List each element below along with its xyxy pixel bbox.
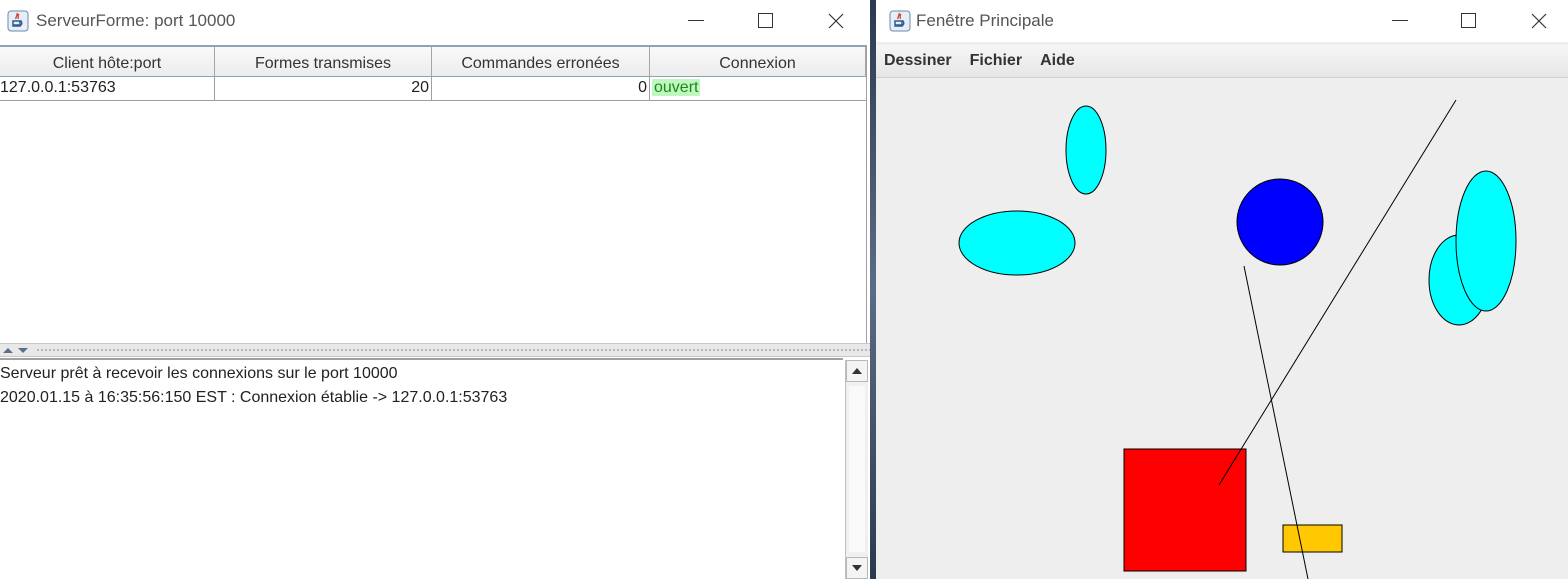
- menu-dessiner[interactable]: Dessiner: [884, 52, 952, 70]
- server-window: ServeurForme: port 10000 Client hôte:por…: [0, 0, 870, 579]
- log-line: 2020.01.15 à 16:35:56:150 EST : Connexio…: [0, 389, 508, 406]
- cell-errors: 0: [432, 77, 650, 100]
- table-header: Client hôte:port Formes transmises Comma…: [0, 47, 866, 77]
- column-header-connection[interactable]: Connexion: [650, 47, 866, 76]
- shapes-svg: [958, 99, 1517, 579]
- rectangle-shape: [1123, 448, 1247, 572]
- menu-fichier[interactable]: Fichier: [970, 52, 1022, 70]
- log-text-area[interactable]: Serveur prêt à recevoir les connexions s…: [0, 358, 843, 579]
- scroll-up-arrow-icon: [852, 368, 862, 374]
- scroll-down-arrow-icon: [852, 565, 862, 571]
- close-icon: [828, 13, 844, 29]
- server-window-title: ServeurForme: port 10000: [36, 11, 236, 30]
- table-row[interactable]: 127.0.0.1:53763 20 0 ouvert: [0, 77, 866, 101]
- clients-table[interactable]: Client hôte:port Formes transmises Comma…: [0, 45, 867, 343]
- java-app-icon: [889, 10, 911, 32]
- server-titlebar: ServeurForme: port 10000: [0, 0, 870, 42]
- ellipse-shape: [958, 210, 1076, 276]
- main-window: Fenêtre Principale Dessiner Fichier Aide: [876, 0, 1568, 579]
- menu-aide[interactable]: Aide: [1040, 52, 1075, 70]
- ellipse-shape: [1065, 105, 1107, 195]
- java-app-icon: [7, 10, 29, 32]
- minimize-button[interactable]: [1380, 6, 1420, 36]
- cell-shapes: 20: [215, 77, 432, 100]
- column-header-errors[interactable]: Commandes erronées: [432, 47, 650, 76]
- maximize-button[interactable]: [746, 6, 786, 36]
- circle-shape: [1236, 178, 1324, 266]
- scroll-down-button[interactable]: [846, 557, 868, 579]
- close-button[interactable]: [1519, 6, 1559, 36]
- splitter-grip: [36, 348, 870, 352]
- column-header-client[interactable]: Client hôte:port: [0, 47, 215, 76]
- close-icon: [1531, 13, 1547, 29]
- cell-client: 127.0.0.1:53763: [0, 77, 215, 100]
- line-shape: [1243, 265, 1309, 579]
- maximize-button[interactable]: [1449, 6, 1489, 36]
- ellipse-shape: [1455, 170, 1517, 312]
- minimize-icon: [688, 20, 704, 21]
- log-line: Serveur prêt à recevoir les connexions s…: [0, 365, 398, 382]
- drawing-canvas[interactable]: [876, 78, 1568, 579]
- cell-connection: ouvert: [650, 77, 866, 100]
- split-pane-divider[interactable]: [0, 343, 870, 357]
- split-arrows: [3, 348, 28, 353]
- main-titlebar: Fenêtre Principale: [876, 0, 1568, 42]
- maximize-icon: [758, 13, 773, 28]
- rectangle-shape: [1282, 524, 1343, 553]
- minimize-icon: [1392, 20, 1408, 21]
- log-vertical-scrollbar[interactable]: [845, 360, 868, 579]
- line-shape: [1218, 99, 1457, 486]
- minimize-button[interactable]: [676, 6, 716, 36]
- menu-bar: Dessiner Fichier Aide: [876, 45, 1568, 78]
- column-header-shapes[interactable]: Formes transmises: [215, 47, 432, 76]
- maximize-icon: [1461, 13, 1476, 28]
- close-button[interactable]: [816, 6, 856, 36]
- collapse-down-icon: [18, 348, 28, 353]
- collapse-up-icon: [3, 348, 13, 353]
- scroll-track[interactable]: [849, 386, 865, 552]
- connection-status-badge: ouvert: [652, 79, 701, 96]
- scroll-up-button[interactable]: [846, 360, 868, 382]
- main-window-title: Fenêtre Principale: [916, 11, 1054, 30]
